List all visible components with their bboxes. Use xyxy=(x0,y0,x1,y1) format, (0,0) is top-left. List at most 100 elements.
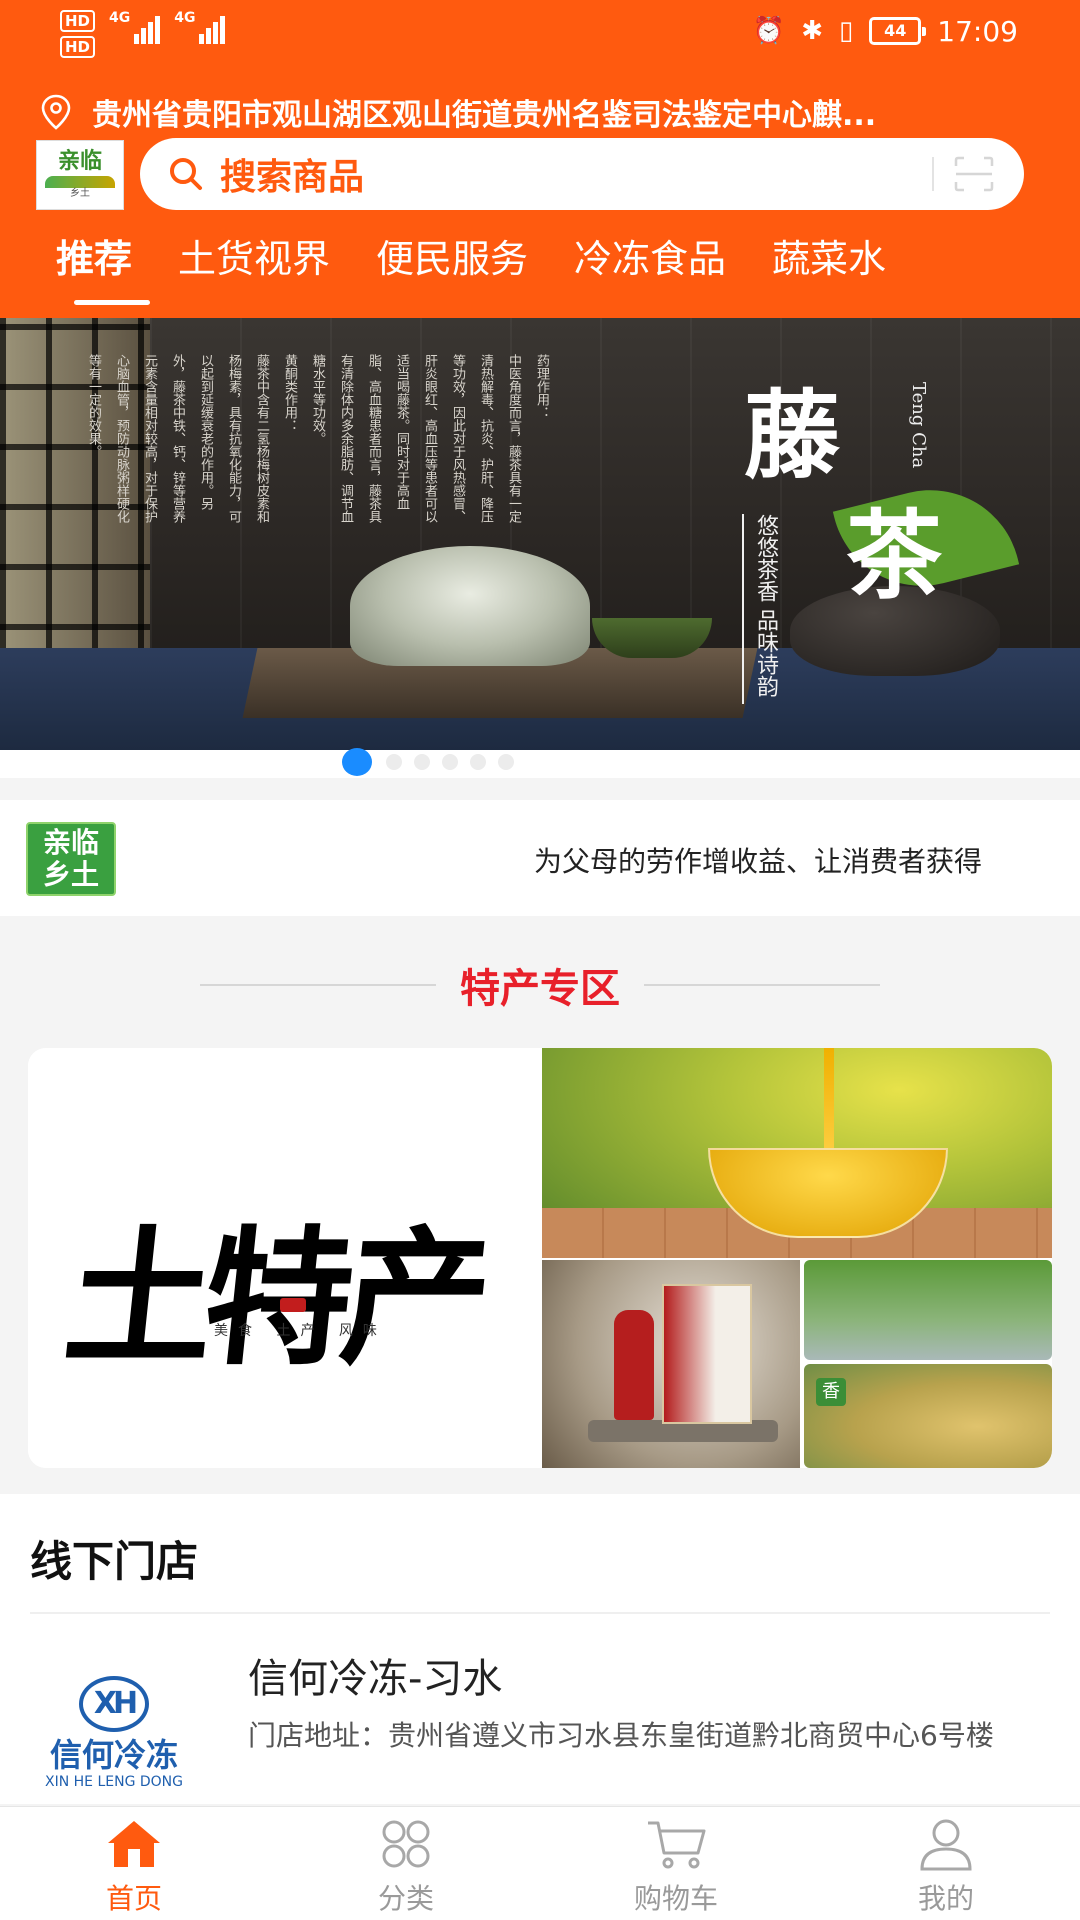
nav-cart[interactable]: 购物车 xyxy=(576,1817,776,1917)
brand-logo: 亲临 乡土 xyxy=(36,140,124,210)
search-input[interactable]: 搜索商品 xyxy=(140,138,1024,210)
stores-title: 线下门店 xyxy=(30,1537,199,1586)
carousel-dot[interactable] xyxy=(414,754,430,770)
tab-recommend[interactable]: 推荐 xyxy=(56,228,132,283)
notice-logo-line1: 亲临 xyxy=(42,826,99,859)
home-icon xyxy=(108,1821,160,1867)
stores-divider xyxy=(30,1612,1050,1614)
banner-english-title: Teng Cha xyxy=(908,382,929,469)
store-logo-zh: 信何冷冻 xyxy=(49,1736,178,1774)
bluetooth-icon: ✱ xyxy=(801,16,823,46)
brand-logo-hill xyxy=(45,176,115,188)
search-divider xyxy=(932,157,934,191)
specialty-section-header: 特产专区 xyxy=(0,930,1080,1040)
bottom-nav: 首页 分类 购物车 我的 xyxy=(0,1806,1080,1920)
alarm-icon: ⏰ xyxy=(752,16,786,46)
vibrate-icon: ▯ xyxy=(838,16,854,46)
carousel-dots xyxy=(0,748,1080,778)
banner-poem-line: 药理作用： xyxy=(534,354,549,419)
promo-seal xyxy=(280,1298,306,1312)
carousel-dot[interactable] xyxy=(498,754,514,770)
category-icon xyxy=(382,1820,430,1868)
banner-poem-line: 外，藤茶中铁、钙、锌等营养 xyxy=(170,354,185,523)
banner-poem-line: 藤茶中含有二氢杨梅树皮素和 xyxy=(254,354,269,523)
network-label-2: 4G xyxy=(174,10,196,26)
promo-liquor-box xyxy=(662,1284,752,1424)
promo-rice-tag: 香 xyxy=(816,1378,846,1406)
banner-slogan: 悠悠茶香 品味诗韵 xyxy=(753,514,778,697)
store-logo-mark: XH xyxy=(79,1676,149,1732)
tab-frozen-food[interactable]: 冷冻食品 xyxy=(574,228,726,283)
status-bar: HD HD 4G 4G ⏰ ✱ ▯ 44 17:09 xyxy=(0,0,1080,66)
promo-paddy-image xyxy=(804,1260,1052,1360)
hd-indicators: HD HD xyxy=(60,10,96,58)
search-placeholder: 搜索商品 xyxy=(220,157,365,198)
specialty-title: 特产专区 xyxy=(460,966,620,1012)
location-text: 贵州省贵阳市观山湖区观山街道贵州名鉴司法鉴定中心麒... xyxy=(92,98,877,133)
tab-active-indicator xyxy=(74,300,150,305)
nav-home[interactable]: 首页 xyxy=(34,1817,234,1917)
app-header: HD HD 4G 4G ⏰ ✱ ▯ 44 17:09 贵州省贵阳市观山湖区观山街… xyxy=(0,0,1080,318)
category-tabs: 推荐 土货视界 便民服务 冷冻食品 蔬菜水 xyxy=(0,222,1080,310)
banner-poem-line: 糖水平等功效。 xyxy=(310,354,325,445)
location-bar[interactable]: 贵州省贵阳市观山湖区观山街道贵州名鉴司法鉴定中心麒... xyxy=(40,92,1050,133)
store-logo: XH 信何冷冻 XIN HE LENG DONG xyxy=(30,1676,198,1804)
brand-logo-sub: 乡土 xyxy=(70,188,90,199)
brand-logo-mark: 亲临 xyxy=(57,149,102,174)
hd-badge-2: HD xyxy=(60,36,96,58)
carousel-dot[interactable] xyxy=(386,754,402,770)
store-logo-en: XIN HE LENG DONG xyxy=(44,1774,183,1790)
carousel-dot[interactable] xyxy=(470,754,486,770)
banner-title-1: 藤 xyxy=(744,379,840,492)
banner-poem-line: 有清除体内多余脂肪、调节血 xyxy=(338,354,353,523)
notice-bar[interactable]: 亲临 乡土 为父母的劳作增收益、让消费者获得 xyxy=(0,800,1080,916)
carousel-dot[interactable] xyxy=(442,754,458,770)
banner-carousel[interactable]: 药理作用： 中医角度而言，藤茶具有一定 清热解毒、抗炎、护肝、降压 等功效，因此对于风… xyxy=(0,318,1080,750)
nav-category-label: 分类 xyxy=(377,1882,434,1915)
tab-local-goods[interactable]: 土货视界 xyxy=(178,228,330,283)
status-right: ⏰ ✱ ▯ 44 17:09 xyxy=(753,14,1018,48)
banner-poem-line: 中医角度而言，藤茶具有一定 xyxy=(506,354,521,523)
banner-poem-line: 清热解毒、抗炎、护肝、降压 xyxy=(478,354,493,523)
banner-slogan-line xyxy=(742,514,744,704)
nav-profile[interactable]: 我的 xyxy=(846,1817,1046,1917)
tab-vegetables[interactable]: 蔬菜水 xyxy=(772,228,886,283)
notice-logo: 亲临 乡土 xyxy=(26,822,116,896)
banner-poem: 药理作用： 中医角度而言，藤茶具有一定 清热解毒、抗炎、护肝、降压 等功效，因此对于风… xyxy=(84,354,550,564)
status-time: 17:09 xyxy=(937,14,1018,48)
nav-cart-label: 购物车 xyxy=(633,1882,718,1915)
signal-icon-2: 4G xyxy=(174,10,226,44)
signal-icon-1: 4G xyxy=(109,10,161,44)
notice-logo-line2: 乡土 xyxy=(42,858,99,891)
battery-icon: 44 xyxy=(869,17,927,45)
section-line-right xyxy=(644,984,880,986)
promo-calligraphy: 土特产 xyxy=(57,1211,490,1385)
banner-poem-line: 杨梅素，具有抗氧化能力，可 xyxy=(226,354,241,523)
specialty-promo-card[interactable]: 土特产 美食 土产 风味 香 xyxy=(28,1048,1052,1468)
tab-services[interactable]: 便民服务 xyxy=(376,228,528,283)
offline-stores-section: 线下门店 XH 信何冷冻 XIN HE LENG DONG 信何冷冻-习水 门店… xyxy=(0,1494,1080,1804)
nav-profile-label: 我的 xyxy=(917,1882,974,1915)
store-address: 门店地址：贵州省遵义市习水县东皇街道黔北商贸中心6号楼 xyxy=(248,1719,994,1752)
notice-text: 为父母的劳作增收益、让消费者获得 xyxy=(534,845,983,878)
cart-icon xyxy=(648,1821,706,1869)
profile-icon xyxy=(920,1819,972,1871)
banner-poem-line: 等有一定的效果。 xyxy=(86,354,101,458)
section-line-left xyxy=(200,984,436,986)
banner-poem-line: 等功效，因此对于风热感冒、 xyxy=(450,354,465,523)
banner-poem-line: 脂、高血糖患者而言，藤茶具 xyxy=(366,354,381,523)
promo-liquor-bottle xyxy=(614,1310,654,1420)
banner-poem-line: 适当喝藤茶。同时对于高血 xyxy=(394,354,409,510)
scan-icon[interactable] xyxy=(954,156,994,192)
banner-title-2: 茶 xyxy=(846,499,942,612)
banner-poem-line: 肝炎眼红、高血压等患者可以 xyxy=(422,354,437,523)
store-name: 信何冷冻-习水 xyxy=(248,1656,503,1702)
banner-poem-line: 元素含量相对较高，对于保护 xyxy=(142,354,157,523)
banner-poem-line: 以起到延缓衰老的作用。另 xyxy=(198,354,213,510)
network-label-1: 4G xyxy=(109,10,131,26)
nav-home-label: 首页 xyxy=(105,1882,162,1915)
carousel-dot[interactable] xyxy=(342,748,372,776)
banner-poem-line: 心脑血管，预防动脉粥样硬化 xyxy=(114,354,129,523)
nav-category[interactable]: 分类 xyxy=(306,1817,506,1917)
status-left: HD HD 4G 4G xyxy=(60,10,226,58)
